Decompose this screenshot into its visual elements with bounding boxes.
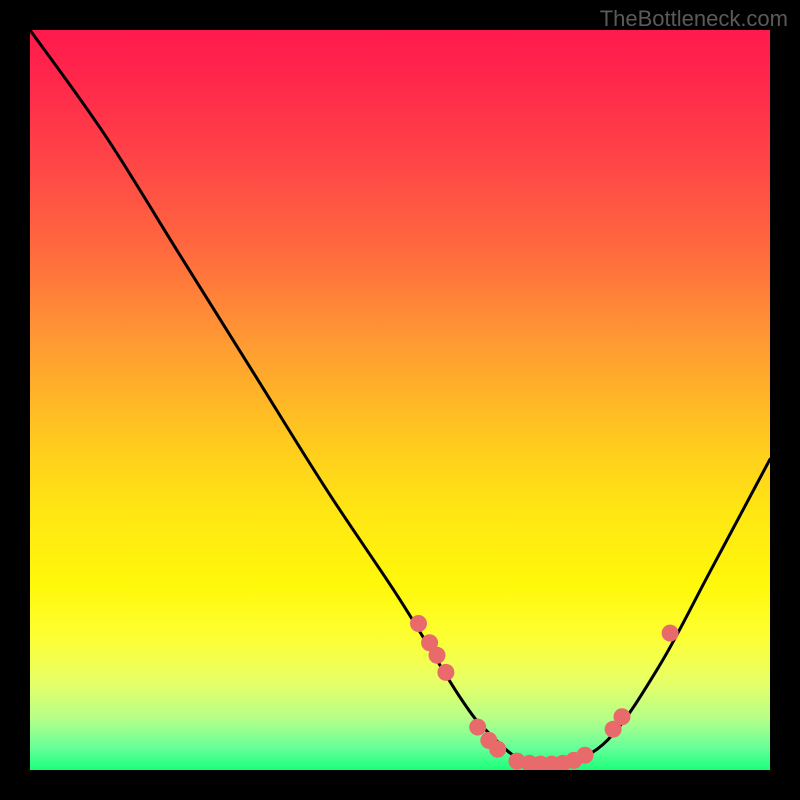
data-marker [469,719,486,736]
data-marker [429,647,446,664]
data-marker [577,747,594,764]
data-marker [662,625,679,642]
watermark-text: TheBottleneck.com [600,6,788,32]
plot-area [30,30,770,770]
marker-group [410,615,679,770]
data-marker [410,615,427,632]
chart-svg [30,30,770,770]
bottleneck-curve [30,30,770,766]
data-marker [489,741,506,758]
data-marker [437,664,454,681]
data-marker [614,708,631,725]
